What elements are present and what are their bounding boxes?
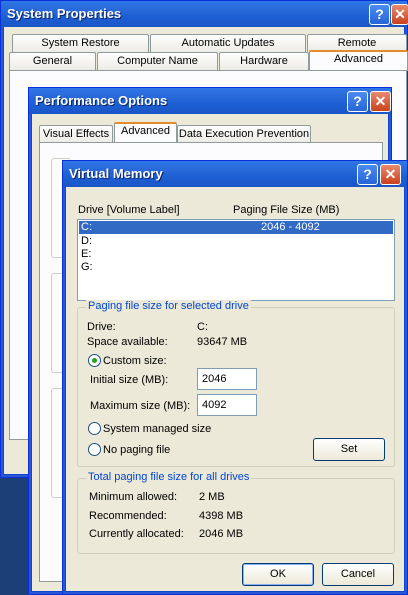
tab-general[interactable]: General: [9, 52, 96, 70]
tab-advanced[interactable]: Advanced: [309, 50, 408, 71]
system-properties-title: System Properties: [1, 1, 407, 27]
drive-value: C:: [197, 321, 208, 333]
list-item[interactable]: E:: [79, 248, 393, 261]
total-paging-group-label: Total paging file size for all drives: [86, 471, 252, 483]
cancel-button[interactable]: Cancel: [322, 563, 394, 586]
close-icon[interactable]: ✕: [391, 4, 408, 25]
list-item[interactable]: G:: [79, 261, 393, 274]
set-button[interactable]: Set: [313, 438, 385, 461]
tab-visual-effects[interactable]: Visual Effects: [39, 125, 113, 143]
close-icon[interactable]: ✕: [370, 91, 391, 112]
tab-computer-name[interactable]: Computer Name: [97, 52, 218, 70]
space-available-value: 93647 MB: [197, 336, 248, 348]
no-paging-label[interactable]: No paging file: [103, 444, 170, 457]
no-paging-radio[interactable]: [88, 443, 101, 456]
recommended-label: Recommended:: [89, 510, 167, 522]
initial-size-label: Initial size (MB):: [90, 374, 169, 386]
recommended-value: 4398 MB: [199, 510, 244, 522]
drive-letter: C:: [81, 221, 92, 233]
custom-size-radio[interactable]: [88, 354, 101, 367]
virtual-memory-title: Virtual Memory: [63, 161, 407, 187]
drive-label: Drive:: [87, 321, 116, 333]
custom-size-label[interactable]: Custom size:: [103, 355, 167, 368]
initial-size-input[interactable]: 2046: [197, 368, 257, 390]
maximum-size-label: Maximum size (MB):: [90, 400, 191, 412]
close-icon[interactable]: ✕: [380, 164, 401, 185]
selected-drive-group-label: Paging file size for selected drive: [86, 300, 251, 312]
list-item[interactable]: C: 2046 - 4092: [79, 221, 393, 234]
help-icon[interactable]: ?: [347, 91, 368, 112]
minimum-allowed-value: 2 MB: [199, 491, 225, 503]
tab-hardware[interactable]: Hardware: [219, 52, 309, 70]
system-managed-radio[interactable]: [88, 422, 101, 435]
tab-automatic-updates[interactable]: Automatic Updates: [150, 34, 306, 52]
drive-paging-size: 2046 - 4092: [261, 221, 320, 233]
drive-letter: G:: [81, 261, 93, 273]
currently-allocated-value: 2046 MB: [199, 528, 244, 540]
drive-letter: D:: [81, 235, 92, 247]
drive-list[interactable]: C: 2046 - 4092 D: E: G:: [77, 219, 395, 301]
paging-size-column-header: Paging File Size (MB): [233, 204, 340, 216]
help-icon[interactable]: ?: [369, 4, 390, 25]
list-item[interactable]: D:: [79, 235, 393, 248]
system-managed-label[interactable]: System managed size: [103, 423, 211, 436]
drive-column-header: Drive [Volume Label]: [78, 204, 180, 216]
space-available-label: Space available:: [87, 336, 168, 348]
performance-options-title: Performance Options: [29, 88, 391, 114]
drive-letter: E:: [81, 248, 92, 260]
help-icon[interactable]: ?: [357, 164, 378, 185]
ok-button[interactable]: OK: [242, 563, 314, 586]
tab-advanced[interactable]: Advanced: [114, 122, 177, 143]
tab-system-restore[interactable]: System Restore: [12, 34, 149, 52]
virtual-memory-window: Virtual Memory ? ✕ Drive [Volume Label] …: [62, 160, 408, 595]
minimum-allowed-label: Minimum allowed:: [89, 491, 178, 503]
tab-data-execution-prevention[interactable]: Data Execution Prevention: [177, 125, 311, 143]
currently-allocated-label: Currently allocated:: [89, 528, 184, 540]
maximum-size-input[interactable]: 4092: [197, 394, 257, 416]
